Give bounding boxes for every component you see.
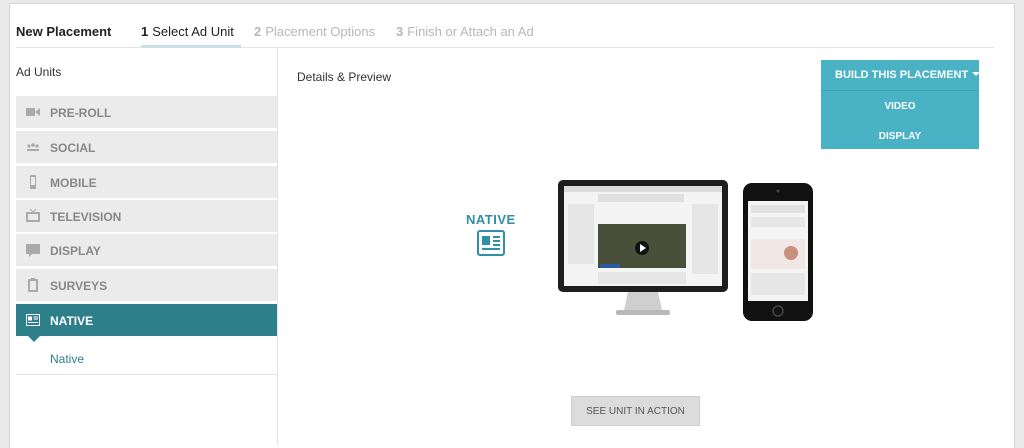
build-placement-label: BUILD THIS PLACEMENT [835, 69, 969, 81]
build-dropdown-menu: VIDEO DISPLAY [821, 90, 979, 149]
sidebar-item-display[interactable]: DISPLAY [16, 234, 277, 266]
step-label: Placement Options [265, 24, 376, 39]
sidebar-item-mobile[interactable]: MOBILE [16, 166, 277, 198]
sidebar-item-label: DISPLAY [50, 244, 101, 258]
menu-item-display[interactable]: DISPLAY [821, 131, 979, 142]
native-subitem[interactable]: Native [16, 340, 277, 375]
caret-down-icon [972, 72, 981, 76]
details-preview-title: Details & Preview [297, 70, 392, 84]
sidebar-item-television[interactable]: TELEVISION [16, 200, 277, 232]
step-finish-attach[interactable]: 3 Finish or Attach an Ad [396, 24, 534, 39]
native-logo-text: NATIVE [466, 212, 516, 227]
ad-units-panel: Ad Units PRE-ROLL SOCIAL MOBILE TELEVISI… [16, 48, 278, 445]
mobile-phone-preview [743, 183, 813, 321]
build-placement-button[interactable]: BUILD THIS PLACEMENT [821, 60, 981, 90]
sidebar-item-label: NATIVE [50, 314, 94, 328]
step-number: 1 [141, 24, 149, 39]
native-subitem-label: Native [50, 352, 85, 366]
sidebar-item-label: SURVEYS [50, 279, 108, 293]
wizard-header: New Placement 1 Select Ad Unit 2 Placement… [16, 22, 994, 48]
step-label: Finish or Attach an Ad [407, 24, 534, 39]
menu-item-video[interactable]: VIDEO [821, 101, 979, 112]
sidebar-item-label: TELEVISION [50, 210, 122, 224]
page-title: New Placement [16, 24, 112, 39]
step-number: 3 [396, 24, 404, 39]
sidebar-item-pre-roll[interactable]: PRE-ROLL [16, 96, 277, 128]
sidebar-item-label: SOCIAL [50, 141, 96, 155]
display-icon [26, 244, 40, 257]
social-icon [27, 143, 39, 151]
sidebar-item-native[interactable]: NATIVE [16, 304, 277, 342]
video-camera-icon [26, 108, 40, 116]
native-icon [26, 314, 40, 326]
native-logo-icon [477, 230, 505, 256]
sidebar-item-social[interactable]: SOCIAL [16, 131, 277, 163]
step-number: 2 [254, 24, 262, 39]
sidebar-item-label: PRE-ROLL [50, 106, 112, 120]
step-label: Select Ad Unit [152, 24, 234, 39]
step-select-ad-unit[interactable]: 1 Select Ad Unit [141, 24, 234, 39]
native-logo: NATIVE [466, 212, 516, 263]
mobile-phone-icon [30, 175, 36, 189]
sidebar-item-surveys[interactable]: SURVEYS [16, 269, 277, 301]
television-icon [26, 209, 40, 222]
desktop-monitor-preview [558, 180, 728, 315]
step-placement-options[interactable]: 2 Placement Options [254, 24, 375, 39]
ad-units-title: Ad Units [16, 65, 62, 79]
see-unit-in-action-button[interactable]: SEE UNIT IN ACTION [571, 396, 700, 426]
sidebar-item-label: MOBILE [50, 176, 97, 190]
clipboard-icon [28, 278, 38, 292]
